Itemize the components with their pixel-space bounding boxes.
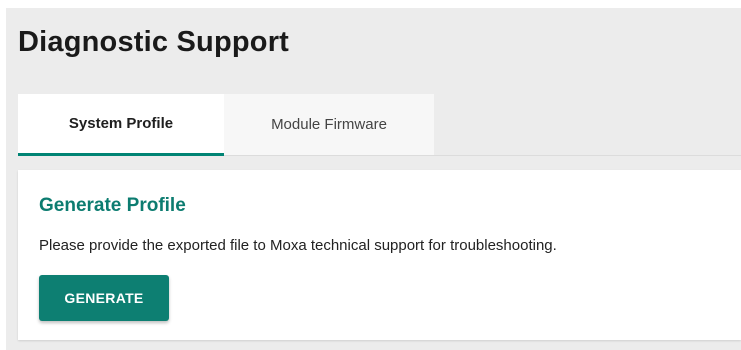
card-description: Please provide the exported file to Moxa… xyxy=(39,237,557,254)
tab-module-firmware[interactable]: Module Firmware xyxy=(224,94,434,156)
tab-label: Module Firmware xyxy=(271,116,387,133)
tab-system-profile[interactable]: System Profile xyxy=(18,94,224,156)
generate-profile-card: Generate Profile Please provide the expo… xyxy=(18,170,741,340)
tab-label: System Profile xyxy=(68,115,174,132)
generate-button[interactable]: GENERATE xyxy=(39,275,169,321)
tab-bar: System Profile Module Firmware xyxy=(18,94,434,156)
tab-bar-divider xyxy=(434,155,741,156)
page-title: Diagnostic Support xyxy=(18,26,290,58)
card-title: Generate Profile xyxy=(39,195,186,216)
